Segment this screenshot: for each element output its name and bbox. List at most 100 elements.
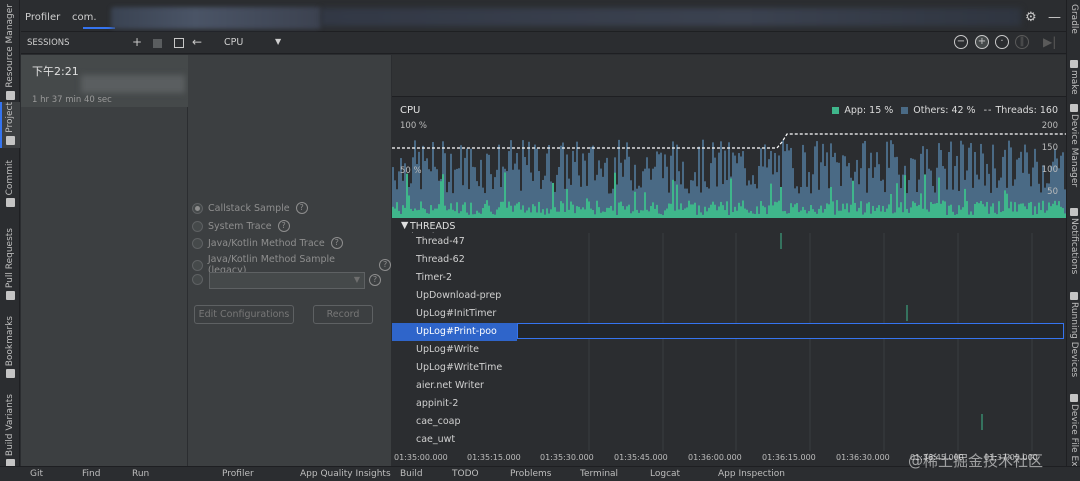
legend-others: Others: 42 % xyxy=(901,105,976,116)
build-variants-tool[interactable]: Build Variants xyxy=(0,394,20,471)
record-button[interactable]: Record xyxy=(313,305,373,324)
app-cpu-sample xyxy=(462,204,464,218)
commit-tool[interactable]: Commit xyxy=(0,160,20,210)
session-item[interactable]: 下午2:21 1 hr 37 min 40 sec xyxy=(21,55,188,107)
custom-config-select[interactable]: ▼ xyxy=(209,272,365,289)
others-cpu-sample xyxy=(728,142,730,218)
app-cpu-sample xyxy=(990,206,992,218)
thread-row[interactable]: UpDownload-prep xyxy=(392,287,517,305)
app-cpu-sample xyxy=(914,202,916,218)
status-item-problems[interactable]: Problems xyxy=(510,469,551,479)
status-item-logcat[interactable]: Logcat xyxy=(650,469,680,479)
threads-header[interactable]: ▼ THREADS (180) xyxy=(392,219,1066,243)
app-cpu-sample xyxy=(1032,214,1034,218)
tab-com[interactable]: com. xyxy=(72,12,97,23)
add-session-button[interactable]: + xyxy=(132,36,142,49)
app-cpu-sample xyxy=(412,210,414,218)
others-cpu-sample xyxy=(766,167,768,218)
status-item-find[interactable]: Find xyxy=(82,469,100,479)
radio-button[interactable] xyxy=(192,202,203,214)
gradle-tool[interactable]: Gradle xyxy=(1067,4,1080,34)
option-method-trace[interactable]: Java/Kotlin Method Trace ? xyxy=(192,237,343,249)
edit-configurations-button[interactable]: Edit Configurations xyxy=(194,305,294,324)
app-cpu-sample xyxy=(898,207,900,218)
status-item-run[interactable]: Run xyxy=(132,469,149,479)
thread-row[interactable]: cae_uwt xyxy=(392,431,517,449)
status-item-app-inspection[interactable]: App Inspection xyxy=(718,469,785,479)
layout-toggle-icon[interactable] xyxy=(174,38,184,48)
status-item-build[interactable]: Build xyxy=(400,469,423,479)
gear-icon[interactable]: ⚙ xyxy=(1025,10,1037,25)
option-custom[interactable] xyxy=(192,274,208,285)
radio-button[interactable] xyxy=(192,237,203,249)
selected-thread-track[interactable] xyxy=(517,323,1064,339)
app-cpu-sample xyxy=(392,206,394,218)
thread-row[interactable]: appinit-2 xyxy=(392,395,517,413)
resource-manager-tool[interactable]: Resource Manager xyxy=(0,4,20,103)
stop-session-icon[interactable] xyxy=(153,39,162,48)
radio-button[interactable] xyxy=(192,220,203,232)
app-cpu-sample xyxy=(986,201,988,218)
thread-row[interactable]: Timer-2 xyxy=(392,269,517,287)
help-icon[interactable]: ? xyxy=(379,259,391,271)
pull-requests-tool[interactable]: Pull Requests xyxy=(0,228,20,303)
status-item-app-quality-insights[interactable]: App Quality Insights xyxy=(300,469,391,479)
notifications-tool[interactable]: Notifications xyxy=(1067,206,1080,274)
app-cpu-sample xyxy=(658,213,660,218)
pause-icon[interactable]: ‖ xyxy=(1015,35,1029,49)
status-item-terminal[interactable]: Terminal xyxy=(580,469,618,479)
profiler-dropdown[interactable]: CPU xyxy=(224,37,243,48)
app-cpu-sample xyxy=(454,211,456,218)
status-item-git[interactable]: Git xyxy=(30,469,43,479)
app-cpu-sample xyxy=(398,210,400,218)
reset-zoom-icon[interactable]: · xyxy=(995,35,1009,49)
tab-profiler[interactable]: Profiler xyxy=(25,12,60,23)
time-tick-label: 01:36:30.000 xyxy=(836,453,890,462)
thread-activity-area[interactable] xyxy=(517,233,1066,451)
thread-row[interactable]: Thread-62 xyxy=(392,251,517,269)
zoom-in-icon[interactable]: + xyxy=(975,35,989,49)
app-cpu-sample xyxy=(994,212,996,218)
minimize-icon[interactable]: — xyxy=(1048,10,1061,25)
chevron-down-icon[interactable]: ▼ xyxy=(275,37,281,46)
app-cpu-sample xyxy=(912,201,914,218)
thread-row[interactable]: UpLog#WriteTime xyxy=(392,359,517,377)
thread-row[interactable]: Thread-47 xyxy=(392,233,517,251)
bookmarks-label: Bookmarks xyxy=(5,316,15,367)
zoom-out-icon[interactable]: − xyxy=(954,35,968,49)
running-devices-label: Running Devices xyxy=(1069,302,1079,378)
thread-row[interactable]: cae_coap xyxy=(392,413,517,431)
device-file-explorer-tool[interactable]: Device File Exp xyxy=(1067,392,1080,472)
help-icon[interactable]: ? xyxy=(295,202,308,214)
bookmarks-tool[interactable]: Bookmarks xyxy=(0,316,20,381)
help-icon[interactable]: ? xyxy=(330,237,343,249)
help-icon[interactable]: ? xyxy=(369,274,381,286)
radio-button[interactable] xyxy=(192,259,203,271)
device-manager-tool[interactable]: Device Manager xyxy=(1067,102,1080,187)
help-icon[interactable]: ? xyxy=(277,220,290,232)
make-tool[interactable]: make xyxy=(1067,58,1080,95)
app-cpu-sample xyxy=(422,208,424,218)
go-live-icon[interactable]: ▶| xyxy=(1043,36,1056,49)
status-item-todo[interactable]: TODO xyxy=(452,469,479,479)
option-callstack-sample[interactable]: Callstack Sample ? xyxy=(192,202,308,214)
status-item-profiler[interactable]: Profiler xyxy=(222,469,254,479)
back-button[interactable]: ← xyxy=(192,36,202,49)
running-devices-tool[interactable]: Running Devices xyxy=(1067,290,1080,377)
thread-row[interactable]: aier.net Writer xyxy=(392,377,517,395)
app-cpu-sample xyxy=(582,207,584,218)
radio-button[interactable] xyxy=(192,274,203,285)
others-cpu-sample xyxy=(960,140,962,218)
app-cpu-sample xyxy=(530,212,532,218)
option-system-trace[interactable]: System Trace ? xyxy=(192,220,290,232)
thread-row[interactable]: UpLog#Print-poo xyxy=(392,323,517,341)
thread-row[interactable]: UpLog#InitTimer xyxy=(392,305,517,323)
app-cpu-sample xyxy=(602,211,604,218)
others-cpu-sample xyxy=(604,162,606,218)
cpu-usage-chart[interactable]: CPU App: 15 % Others: 42 % - - Threads: 1… xyxy=(392,98,1066,218)
thread-row[interactable]: UpLog#Write xyxy=(392,341,517,359)
others-cpu-sample xyxy=(512,169,514,218)
app-cpu-sample xyxy=(668,203,670,218)
others-cpu-sample xyxy=(994,168,996,218)
project-tool[interactable]: Project xyxy=(0,102,20,148)
